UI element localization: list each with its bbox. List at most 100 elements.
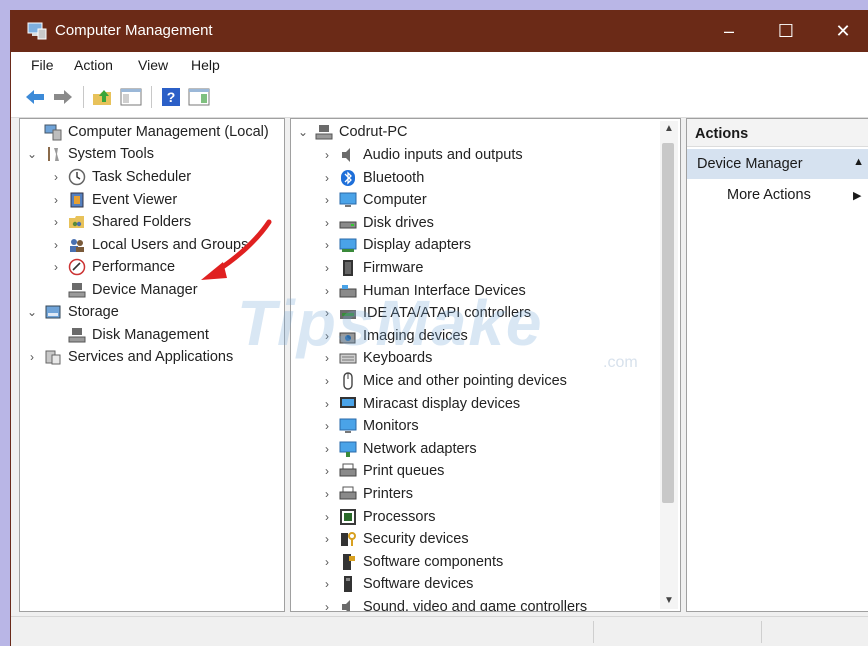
device-category-security-devices[interactable]: › Security devices <box>319 528 469 550</box>
device-category-keyboards[interactable]: › Keyboards <box>319 347 432 369</box>
device-category-computer[interactable]: › Computer <box>319 189 427 211</box>
device-category-monitors[interactable]: › Monitors <box>319 415 419 437</box>
chevron-right-icon[interactable]: › <box>319 532 335 546</box>
device-category-sound-video-and-game-controllers[interactable]: › Sound, video and game controllers <box>319 596 587 611</box>
tree-node-local-users-groups[interactable]: › Local Users and Groups <box>48 234 248 256</box>
chevron-right-icon[interactable]: › <box>319 487 335 501</box>
device-category-ide-ata-atapi-controllers[interactable]: › IDE ATA/ATAPI controllers <box>319 302 531 324</box>
minimize-button[interactable]: – <box>701 10 757 52</box>
tree-label: Mice and other pointing devices <box>363 373 567 389</box>
tree-node-performance[interactable]: › Performance <box>48 256 175 278</box>
device-category-human-interface-devices[interactable]: › Human Interface Devices <box>319 280 526 302</box>
chevron-right-icon[interactable]: › <box>319 171 335 185</box>
chevron-right-icon[interactable]: › <box>319 555 335 569</box>
more-actions-item[interactable]: More Actions <box>727 187 811 203</box>
chevron-right-icon[interactable]: › <box>319 464 335 478</box>
chevron-right-icon[interactable]: › <box>319 261 335 275</box>
chevron-right-icon[interactable]: › <box>319 193 335 207</box>
up-folder-icon[interactable] <box>91 86 115 108</box>
tree-label: Imaging devices <box>363 327 468 344</box>
tree-label: Human Interface Devices <box>363 282 526 299</box>
device-category-firmware[interactable]: › Firmware <box>319 257 423 279</box>
chevron-right-icon[interactable]: › <box>319 306 335 320</box>
chevron-right-icon[interactable]: › <box>319 442 335 456</box>
chevron-right-icon[interactable]: › <box>319 351 335 365</box>
device-category-software-components[interactable]: › Software components <box>319 551 503 573</box>
status-bar <box>11 616 868 646</box>
chevron-right-icon[interactable]: › <box>319 397 335 411</box>
device-category-print-queues[interactable]: › Print queues <box>319 460 444 482</box>
chevron-right-icon[interactable]: › <box>48 260 64 274</box>
chevron-right-icon[interactable]: › <box>319 329 335 343</box>
device-category-network-adapters[interactable]: › Network adapters <box>319 438 477 460</box>
help-icon[interactable]: ? <box>159 86 183 108</box>
chevron-right-icon[interactable]: › <box>48 238 64 252</box>
chevron-right-icon[interactable]: › <box>319 600 335 611</box>
chevron-right-icon[interactable]: › <box>319 238 335 252</box>
hid-icon <box>339 284 357 298</box>
tree-label: Keyboards <box>363 350 433 367</box>
menu-help[interactable]: Help <box>191 57 220 73</box>
chevron-right-icon[interactable]: › <box>48 215 64 229</box>
device-category-disk-drives[interactable]: › Disk drives <box>319 212 434 234</box>
monitor-icon <box>339 418 357 434</box>
tree-node-event-viewer[interactable]: › Event Viewer <box>48 189 177 211</box>
chevron-right-icon[interactable]: › <box>319 419 335 433</box>
chevron-right-icon[interactable]: › <box>319 148 335 162</box>
monitor-icon <box>339 192 357 208</box>
actions-section-device-manager[interactable]: Device Manager ▲ <box>687 149 868 179</box>
tree-node-storage[interactable]: ⌄ Storage <box>24 301 119 323</box>
close-button[interactable]: ✕ <box>815 10 868 52</box>
maximize-button[interactable]: ☐ <box>758 10 814 52</box>
tree-node-services-applications[interactable]: › Services and Applications <box>24 346 233 368</box>
menu-view[interactable]: View <box>138 57 168 73</box>
tree-node-codrut-pc[interactable]: ⌄ Codrut-PC <box>295 121 408 143</box>
chevron-right-icon[interactable]: › <box>319 284 335 298</box>
device-category-software-devices[interactable]: › Software devices <box>319 573 473 595</box>
users-icon <box>70 239 84 252</box>
menu-action[interactable]: Action <box>74 57 113 73</box>
back-arrow-icon[interactable] <box>23 86 47 108</box>
toolbar-separator <box>83 86 84 108</box>
show-hide-console-tree-icon[interactable] <box>119 86 143 108</box>
chevron-right-icon[interactable]: › <box>319 374 335 388</box>
chevron-down-icon[interactable]: ⌄ <box>24 305 40 319</box>
chevron-right-icon[interactable]: › <box>319 577 335 591</box>
device-category-printers[interactable]: › Printers <box>319 483 413 505</box>
chevron-right-icon[interactable]: › <box>319 216 335 230</box>
device-category-mice-and-other-pointing-devices[interactable]: › Mice and other pointing devices <box>319 370 567 392</box>
tree-label: Services and Applications <box>68 349 234 365</box>
tree-label: Printers <box>363 486 413 502</box>
device-category-miracast-display-devices[interactable]: › Miracast display devices <box>319 393 520 415</box>
tree-label: Bluetooth <box>363 169 425 186</box>
scroll-up-arrow-icon[interactable]: ▲ <box>660 123 678 139</box>
scroll-down-arrow-icon[interactable]: ▼ <box>660 595 678 611</box>
tree-node-device-manager[interactable]: Device Manager <box>48 279 198 301</box>
device-category-bluetooth[interactable]: › Bluetooth <box>319 167 424 189</box>
tree-node-system-tools[interactable]: ⌄ System Tools <box>24 143 154 165</box>
tree-label: Event Viewer <box>92 192 178 208</box>
device-category-display-adapters[interactable]: › Display adapters <box>319 234 471 256</box>
network-icon <box>339 441 357 457</box>
mouse-icon <box>343 372 353 390</box>
chevron-right-icon[interactable]: › <box>48 170 64 184</box>
show-hide-action-pane-icon[interactable] <box>187 86 211 108</box>
tree-label: Audio inputs and outputs <box>363 147 523 163</box>
collapse-up-icon[interactable]: ▲ <box>853 156 864 168</box>
menu-file[interactable]: File <box>31 57 54 73</box>
tree-node-task-scheduler[interactable]: › Task Scheduler <box>48 166 191 188</box>
firmware-icon <box>343 260 353 276</box>
chevron-down-icon[interactable]: ⌄ <box>295 125 311 139</box>
tree-node-computer-management[interactable]: Computer Management (Local) <box>24 121 269 143</box>
tree-node-shared-folders[interactable]: › Shared Folders <box>48 211 191 233</box>
tree-node-disk-management[interactable]: Disk Management <box>48 324 209 346</box>
chevron-down-icon[interactable]: ⌄ <box>24 147 40 161</box>
chevron-right-icon[interactable]: › <box>24 350 40 364</box>
forward-arrow-icon[interactable] <box>51 86 75 108</box>
device-category-processors[interactable]: › Processors <box>319 506 436 528</box>
device-category-audio-inputs-and-outputs[interactable]: › Audio inputs and outputs <box>319 144 523 166</box>
scrollbar-thumb[interactable] <box>662 143 674 503</box>
device-category-imaging-devices[interactable]: › Imaging devices <box>319 325 468 347</box>
chevron-right-icon[interactable]: › <box>319 510 335 524</box>
chevron-right-icon[interactable]: › <box>48 193 64 207</box>
